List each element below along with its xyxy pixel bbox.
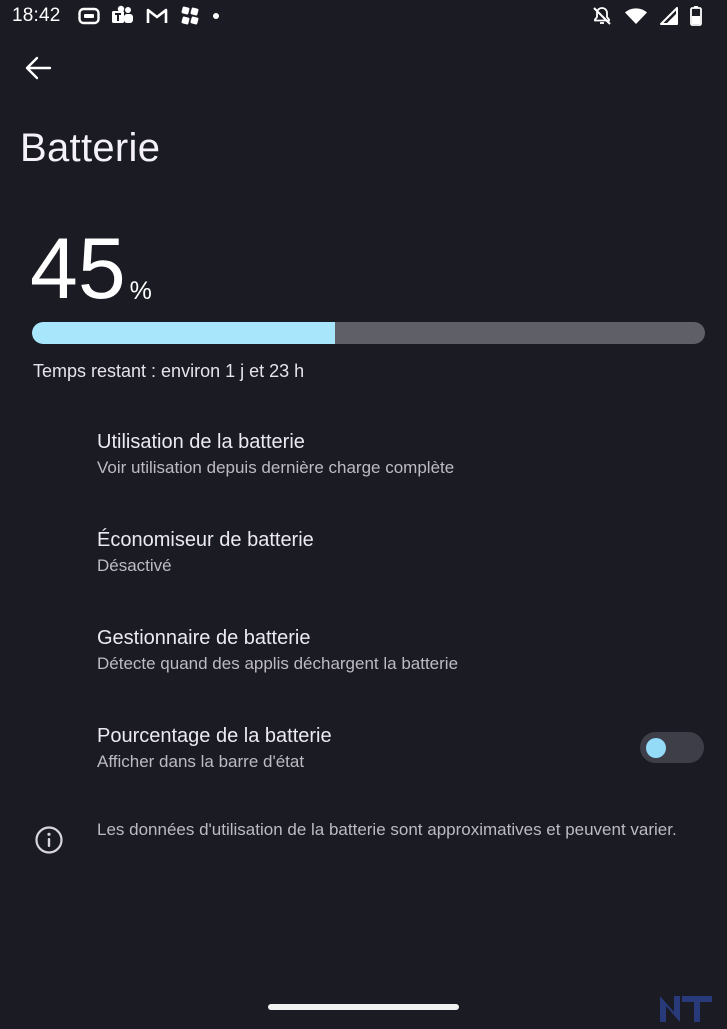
info-text: Les données d'utilisation de la batterie… xyxy=(97,820,677,839)
setting-battery-saver[interactable]: Économiseur de batterie Désactivé xyxy=(97,527,627,578)
cell-signal-icon xyxy=(660,7,678,25)
gmail-icon xyxy=(146,7,168,25)
screen-record-icon xyxy=(78,7,100,25)
arrow-back-icon xyxy=(24,56,52,85)
setting-summary: Afficher dans la barre d'état xyxy=(97,752,305,771)
battery-level-value: 45 xyxy=(30,221,126,317)
toggle-thumb xyxy=(646,738,666,758)
battery-level: 45 % xyxy=(30,226,152,312)
battery-percentage-toggle[interactable] xyxy=(640,732,704,763)
notifications-off-icon xyxy=(592,6,612,26)
status-icons-right xyxy=(592,5,702,27)
battery-level-unit: % xyxy=(129,277,152,305)
setting-summary: Voir utilisation depuis dernière charge … xyxy=(97,458,455,477)
setting-summary: Détecte quand des applis déchargent la b… xyxy=(97,654,459,673)
gesture-nav-handle[interactable] xyxy=(268,1004,459,1010)
back-button[interactable] xyxy=(18,52,58,88)
battery-icon xyxy=(690,6,702,26)
info-icon xyxy=(34,825,64,855)
setting-battery-usage[interactable]: Utilisation de la batterie Voir utilisat… xyxy=(97,429,627,480)
wifi-icon xyxy=(624,7,648,25)
setting-title: Gestionnaire de batterie xyxy=(97,627,311,649)
setting-title: Pourcentage de la batterie xyxy=(97,725,332,747)
teams-icon xyxy=(111,5,135,27)
status-time: 18:42 xyxy=(12,5,61,26)
watermark-logo xyxy=(658,986,720,1024)
battery-progress-bar xyxy=(32,322,705,344)
battery-remaining-text: Temps restant : environ 1 j et 23 h xyxy=(33,361,305,381)
setting-battery-manager[interactable]: Gestionnaire de batterie Détecte quand d… xyxy=(97,625,627,676)
pinwheel-icon xyxy=(179,5,201,27)
page-title: Batterie xyxy=(20,126,161,170)
setting-summary: Désactivé xyxy=(97,556,172,575)
dot-icon xyxy=(212,12,220,20)
status-icons-left xyxy=(78,5,220,27)
setting-title: Utilisation de la batterie xyxy=(97,431,305,453)
setting-title: Économiseur de batterie xyxy=(97,529,314,551)
setting-battery-percentage[interactable]: Pourcentage de la batterie Afficher dans… xyxy=(97,723,627,774)
battery-progress-fill xyxy=(32,322,335,344)
